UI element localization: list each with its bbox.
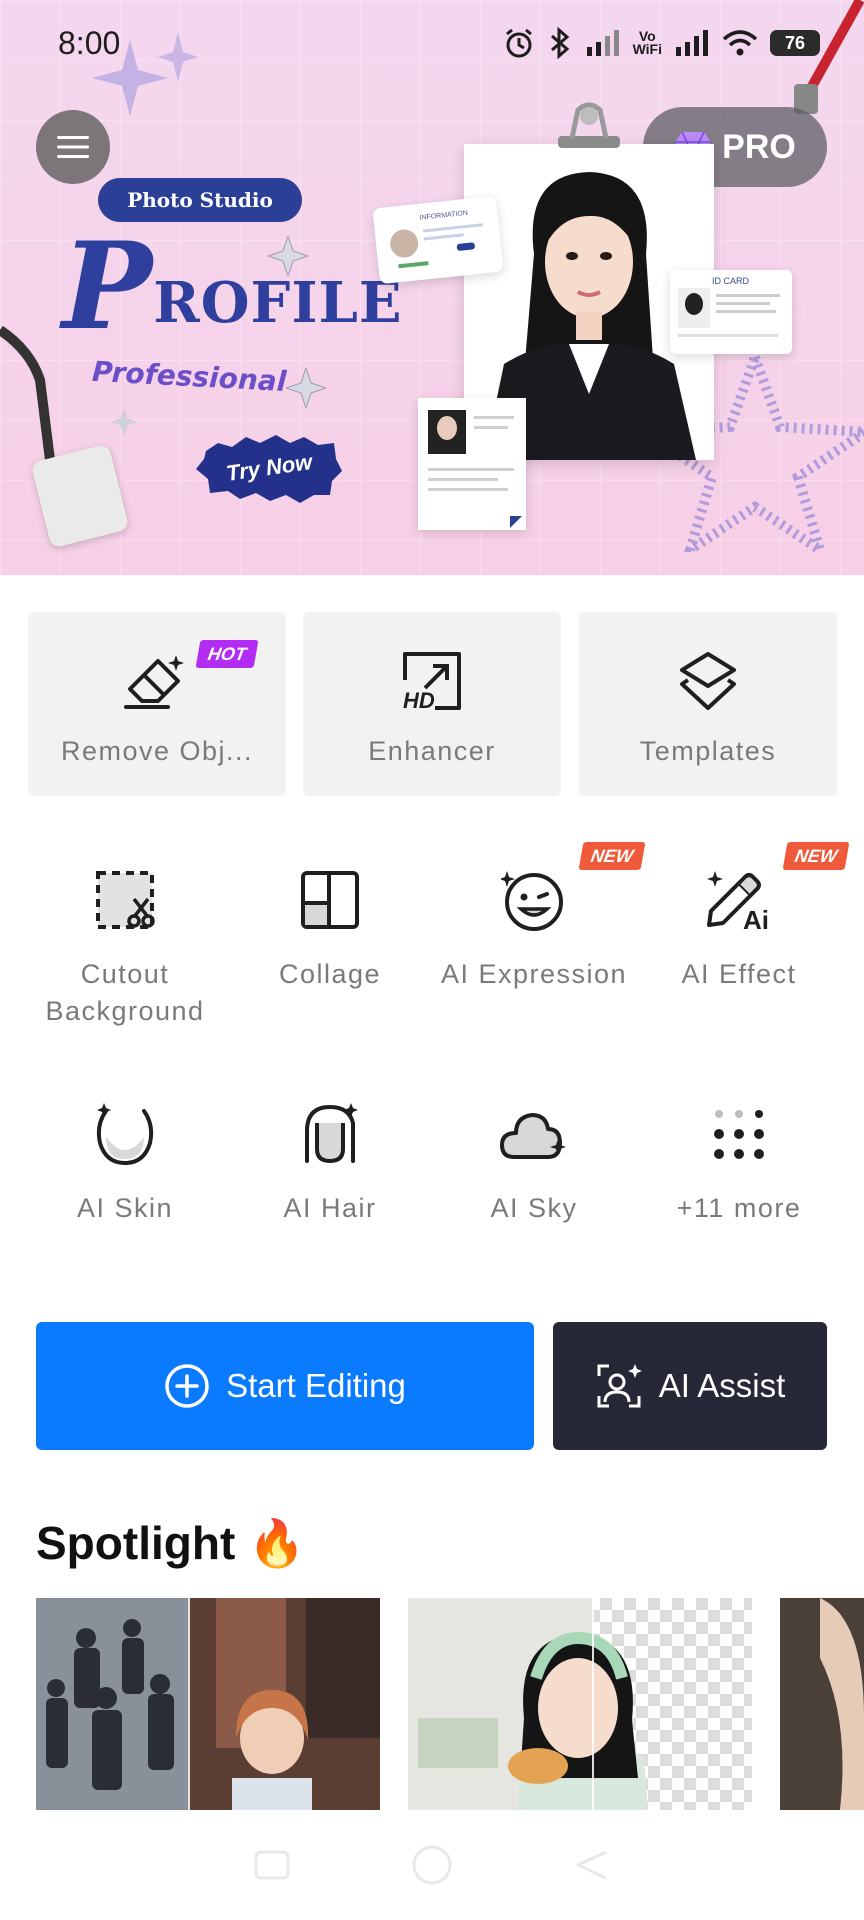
battery-indicator: 76	[770, 30, 820, 56]
resume-sheet-decoration	[418, 398, 526, 530]
cutout-icon	[96, 871, 155, 929]
menu-button[interactable]	[36, 110, 110, 184]
binder-clip-decoration	[558, 102, 620, 148]
spotlight-card-partial[interactable]	[780, 1598, 864, 1810]
new-badge: NEW	[782, 842, 850, 870]
eraser-icon	[124, 655, 184, 709]
spotlight-image	[408, 1598, 752, 1810]
tool-label: Templates	[639, 736, 777, 766]
svg-text:HD: HD	[403, 688, 435, 712]
tool-label: AI Expression	[440, 959, 628, 989]
tool-label: AI Skin	[76, 1193, 174, 1223]
tool-templates[interactable]: Templates	[579, 612, 837, 796]
tool-ai-effect[interactable]: Ai AI Effect	[634, 864, 844, 993]
pro-label: PRO	[722, 127, 796, 166]
recent-apps-icon[interactable]	[254, 1850, 290, 1880]
cloud-icon	[500, 1113, 566, 1159]
hot-badge: HOT	[195, 640, 259, 668]
hd-icon: HD	[403, 652, 461, 712]
tool-label: AI Sky	[490, 1193, 578, 1223]
hair-icon	[305, 1103, 358, 1164]
tool-label: Collage	[278, 959, 382, 989]
status-bar: 8:00 Vo WiFi 76	[0, 0, 864, 86]
svg-text:Ai: Ai	[743, 905, 769, 933]
tool-ai-skin[interactable]: AI Skin	[20, 1098, 230, 1227]
ai-assist-label: AI Assist	[658, 1367, 786, 1404]
ai-assist-icon	[597, 1364, 642, 1408]
tool-ai-expression[interactable]: AI Expression	[429, 864, 639, 993]
bluetooth-icon	[550, 27, 569, 59]
tool-cutout-background[interactable]: Cutout Background	[20, 864, 230, 1030]
hamburger-icon	[57, 136, 89, 158]
before-after-divider[interactable]	[188, 1598, 190, 1810]
banner-subtitle: Professional	[91, 354, 288, 399]
tool-label: Cutout Background	[45, 959, 205, 1026]
spotlight-image	[36, 1598, 380, 1810]
tool-label: AI Effect	[681, 959, 797, 989]
hero-banner[interactable]: 8:00 Vo WiFi 76 PRO Photo Studio PROFILE…	[0, 0, 864, 575]
banner-title: PROFILE	[62, 216, 403, 357]
id-badge-decoration	[30, 443, 130, 549]
spotlight-card-remove-crowd[interactable]	[36, 1598, 380, 1810]
sparkle-small-icon	[286, 368, 326, 408]
magic-pen-icon: Ai	[707, 871, 769, 933]
try-now-button[interactable]: Try Now	[196, 433, 342, 503]
id-card-decoration: ID CARD	[670, 270, 792, 354]
start-editing-label: Start Editing	[226, 1367, 406, 1404]
spotlight-card-remove-background[interactable]	[408, 1598, 752, 1810]
back-icon[interactable]	[574, 1850, 610, 1880]
spotlight-image	[780, 1598, 864, 1810]
wifi-icon	[722, 30, 758, 56]
signal-icon	[676, 30, 708, 56]
start-editing-button[interactable]: Start Editing	[36, 1322, 534, 1450]
tool-label: +11 more	[676, 1193, 802, 1223]
home-icon[interactable]	[410, 1843, 454, 1887]
system-navigation-bar	[0, 1810, 864, 1920]
alarm-icon	[505, 28, 532, 58]
spotlight-heading: Spotlight 🔥	[36, 1517, 306, 1569]
collage-icon	[301, 871, 359, 929]
tool-enhancer[interactable]: HD Enhancer	[303, 612, 561, 796]
vowifi-indicator: Vo WiFi	[632, 28, 662, 57]
svg-text:ID CARD: ID CARD	[712, 276, 750, 286]
ai-assist-button[interactable]: AI Assist	[553, 1322, 827, 1450]
plus-circle-icon	[165, 1364, 209, 1408]
sparkle-small-icon	[110, 408, 138, 436]
svg-text:INFORMATION: INFORMATION	[419, 210, 468, 222]
tool-ai-hair[interactable]: AI Hair	[225, 1098, 435, 1227]
status-time: 8:00	[58, 24, 121, 61]
tool-label: AI Hair	[283, 1193, 377, 1223]
grid-dots-icon	[714, 1110, 764, 1159]
wink-face-icon	[501, 871, 563, 931]
tool-label: Remove Obj...	[60, 736, 254, 766]
signal-icon	[586, 30, 619, 56]
info-card-decoration: INFORMATION	[372, 195, 504, 285]
tool-collage[interactable]: Collage	[225, 864, 435, 993]
before-after-divider[interactable]	[592, 1598, 594, 1810]
more-tools-button[interactable]: +11 more	[634, 1098, 844, 1227]
face-skin-icon	[96, 1103, 154, 1166]
layers-icon	[680, 652, 736, 710]
lanyard-decoration	[0, 325, 55, 461]
tool-ai-sky[interactable]: AI Sky	[429, 1098, 639, 1227]
tool-label: Enhancer	[368, 736, 496, 766]
